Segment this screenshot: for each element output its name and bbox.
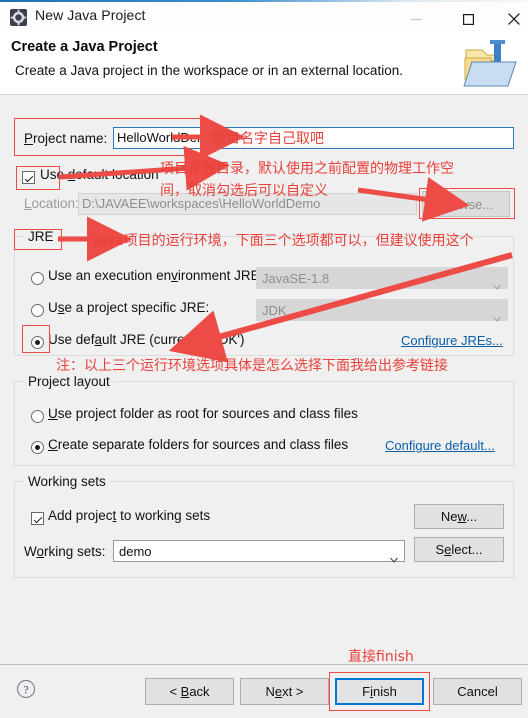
annotation-location-line1: 项目存放目录，默认使用之前配置的物理工作空 <box>160 161 454 177</box>
jre-group-title: JRE <box>24 229 58 244</box>
project-name-label: Project name: <box>24 131 108 146</box>
finish-button[interactable]: Finish <box>335 678 424 705</box>
working-sets-combo[interactable]: demo <box>113 540 405 563</box>
next-button[interactable]: Next > <box>240 678 329 705</box>
annotation-finish: 直接finish <box>348 649 414 665</box>
chevron-down-icon <box>493 276 501 290</box>
jre-project-specific-radio[interactable] <box>31 304 44 317</box>
use-default-location-checkbox[interactable] <box>22 171 35 184</box>
page-subtitle: Create a Java project in the workspace o… <box>15 63 403 78</box>
jre-default-label: Use default JRE (currently 'JDK') <box>48 332 245 347</box>
project-layout-group <box>14 381 514 466</box>
working-sets-group <box>14 481 514 578</box>
back-button[interactable]: < Back <box>145 678 234 705</box>
java-project-folder-icon <box>462 38 518 95</box>
window-title: New Java Project <box>35 7 146 23</box>
annotation-location-line2: 间，取消勾选后可以自定义 <box>160 183 328 199</box>
layout-separate-folders-label: Create separate folders for sources and … <box>48 437 349 452</box>
jre-default-radio[interactable] <box>31 336 44 349</box>
layout-project-folder-radio[interactable] <box>31 410 44 423</box>
new-java-project-dialog: New Java Project Create a Java Project C… <box>0 0 528 718</box>
jre-execution-environment-combo[interactable]: JavaSE-1.8 <box>256 267 508 290</box>
add-project-to-working-sets-label: Add project to working sets <box>48 508 211 523</box>
minimize-button[interactable] <box>394 4 438 34</box>
project-layout-group-title: Project layout <box>24 374 114 389</box>
working-sets-group-title: Working sets <box>24 474 110 489</box>
configure-jres-link[interactable]: Configure JREs... <box>401 333 503 348</box>
help-icon[interactable]: ? <box>16 679 36 704</box>
annotation-jre-footnote: 注：以上三个运行环境选项具体是怎么选择下面我给出参考链接 <box>56 358 448 374</box>
close-button[interactable] <box>492 4 528 34</box>
select-working-set-button[interactable]: Select... <box>414 537 504 562</box>
annotation-project-name: 项目名字自己取吧 <box>212 131 324 147</box>
jre-execution-environment-radio[interactable] <box>31 272 44 285</box>
annotation-jre-note: Java项目的运行环境，下面三个选项都可以，但建议使用这个 <box>94 233 474 249</box>
jre-project-specific-label: Use a project specific JRE: <box>48 300 210 315</box>
use-default-location-label: Use default location <box>40 167 159 182</box>
maximize-button[interactable] <box>446 4 490 34</box>
svg-text:?: ? <box>23 683 28 697</box>
layout-separate-folders-radio[interactable] <box>31 441 44 454</box>
chevron-down-icon <box>390 549 398 563</box>
layout-project-folder-label: Use project folder as root for sources a… <box>48 406 358 421</box>
browse-button[interactable]: Browse... <box>422 191 510 217</box>
new-working-set-button[interactable]: New... <box>414 504 504 529</box>
configure-default-link[interactable]: Configure default... <box>385 438 495 453</box>
working-sets-label: Working sets: <box>24 544 106 559</box>
location-label: Location: <box>24 196 79 211</box>
eclipse-gear-icon <box>10 9 27 26</box>
add-project-to-working-sets-checkbox[interactable] <box>31 512 44 525</box>
title-bar: New Java Project <box>0 2 528 32</box>
jre-project-specific-combo[interactable]: JDK <box>256 299 508 322</box>
page-title: Create a Java Project <box>11 39 158 55</box>
cancel-button[interactable]: Cancel <box>433 678 522 705</box>
jre-execution-environment-label: Use an execution environment JRE: <box>48 268 264 283</box>
chevron-down-icon <box>493 308 501 322</box>
